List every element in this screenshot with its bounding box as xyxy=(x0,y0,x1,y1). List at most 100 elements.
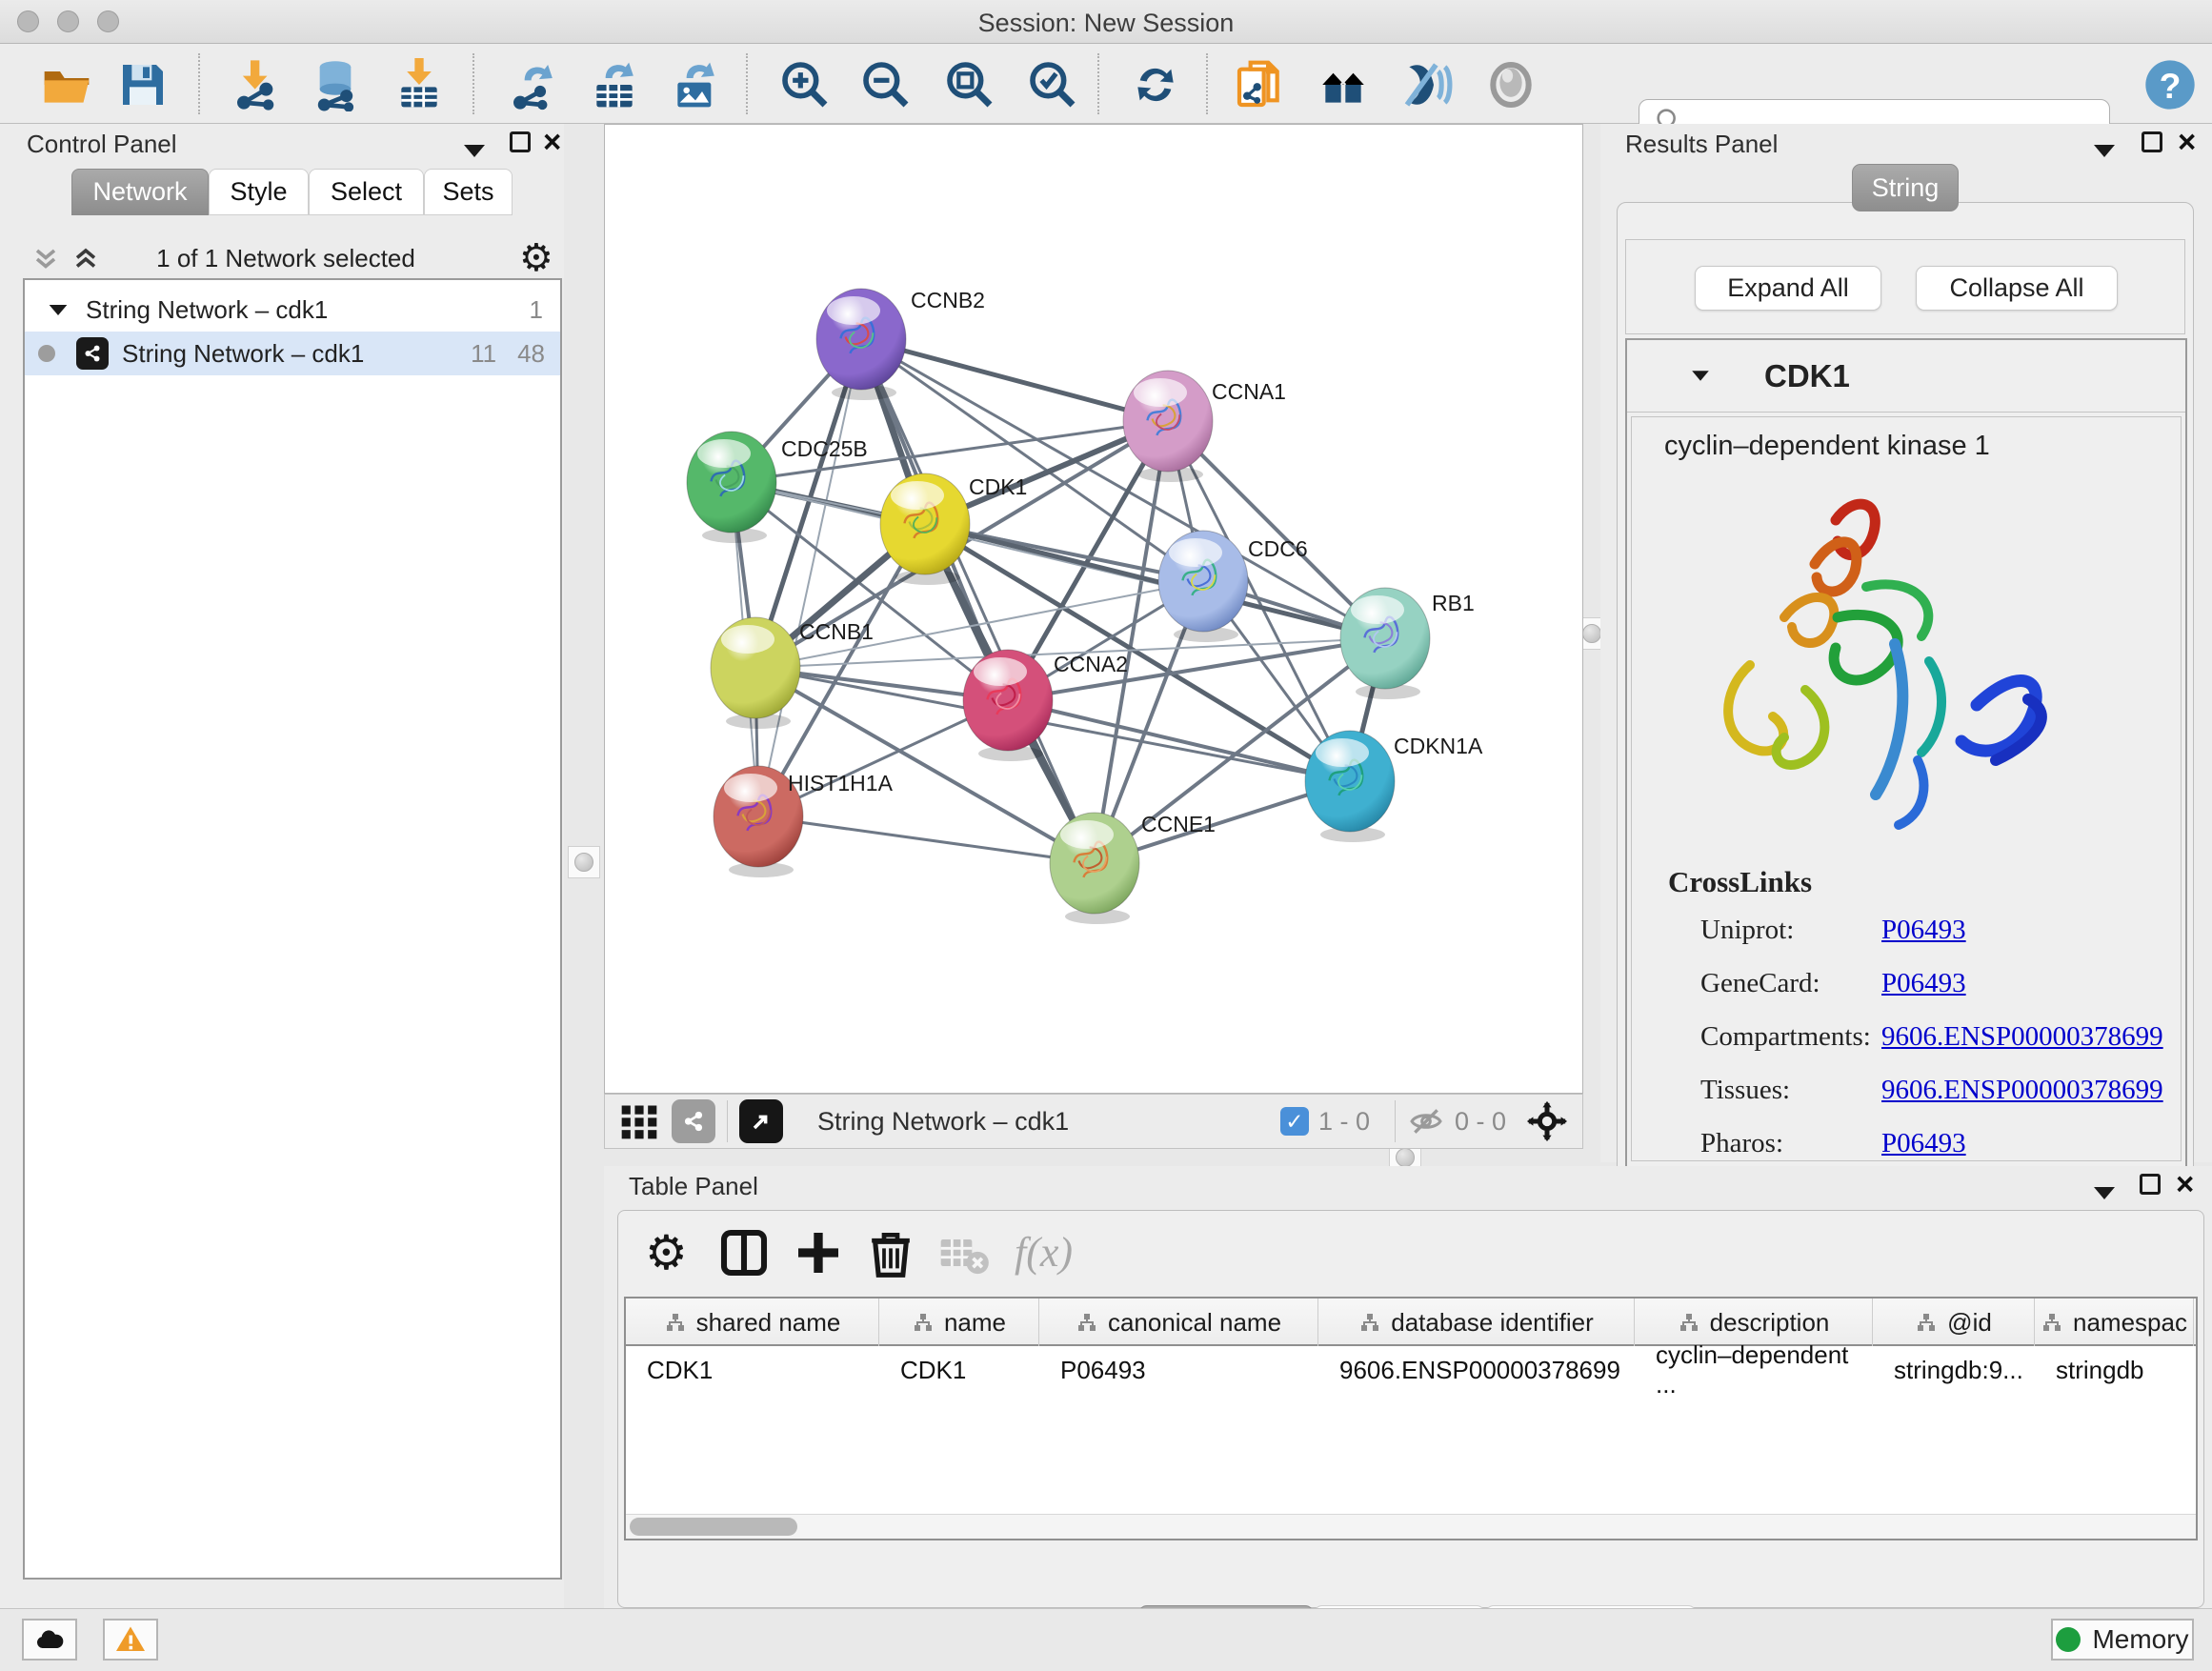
tab-select[interactable]: Select xyxy=(309,169,424,215)
zoom-out-icon[interactable] xyxy=(859,58,913,111)
network-edge[interactable] xyxy=(861,339,1095,863)
network-edge[interactable] xyxy=(758,816,1095,863)
import-table-from-file-icon[interactable] xyxy=(392,58,446,111)
network-node-rb1[interactable] xyxy=(1340,588,1430,699)
show-columns-icon[interactable] xyxy=(717,1226,771,1279)
results-panel-float-icon[interactable] xyxy=(2142,131,2162,159)
collapse-all-button[interactable]: Collapse All xyxy=(1916,266,2118,311)
network-node-ccnb2[interactable] xyxy=(816,289,906,400)
expand-all-tree-icon[interactable] xyxy=(29,242,63,276)
network-node-ccnb1[interactable] xyxy=(711,617,800,729)
table-cell[interactable]: CDK1 xyxy=(879,1348,1039,1392)
table-cell[interactable]: stringdb xyxy=(2035,1348,2194,1392)
network-node-cdk1[interactable] xyxy=(880,473,970,585)
column-header-label: shared name xyxy=(696,1308,841,1338)
scrollbar-thumb[interactable] xyxy=(630,1518,797,1536)
network-graph[interactable]: CCNB2CCNA1CDC25BCDK1CDC6RB1CCNB1CCNA2CDK… xyxy=(605,125,1582,1093)
table-panel-close-icon[interactable]: × xyxy=(2176,1174,2194,1195)
table-cell[interactable]: cyclin–dependent ... xyxy=(1635,1348,1873,1392)
zoom-in-icon[interactable] xyxy=(778,58,832,111)
open-session-icon[interactable] xyxy=(40,58,93,111)
network-node-ccna2[interactable] xyxy=(963,650,1053,761)
delete-column-icon[interactable] xyxy=(864,1226,917,1279)
warnings-button[interactable] xyxy=(103,1619,158,1661)
network-canvas[interactable]: CCNB2CCNA1CDC25BCDK1CDC6RB1CCNB1CCNA2CDK… xyxy=(604,124,1583,1094)
cdk1-entry-body: cyclin–dependent kinase 1 xyxy=(1631,416,2182,1161)
column-header-description[interactable]: description xyxy=(1635,1299,1873,1346)
crosslink-value-link[interactable]: 9606.ENSP00000378699 xyxy=(1881,1075,2163,1106)
cdk1-result-entry: CDK1 cyclin–dependent kinase 1 xyxy=(1625,338,2187,1184)
birdseye-view-icon[interactable] xyxy=(739,1099,783,1143)
network-node-ccne1[interactable] xyxy=(1050,813,1139,924)
column-header-namespac[interactable]: namespac xyxy=(2035,1299,2194,1346)
control-panel-float-icon[interactable] xyxy=(510,131,531,159)
tab-string[interactable]: String xyxy=(1852,164,1959,211)
zoom-selected-icon[interactable] xyxy=(1026,58,1079,111)
first-neighbors-icon[interactable] xyxy=(1317,58,1370,111)
export-table-icon[interactable] xyxy=(588,58,641,111)
crosslink-value-link[interactable]: P06493 xyxy=(1881,968,1966,999)
tab-sets[interactable]: Sets xyxy=(424,169,513,215)
results-panel-close-icon[interactable]: × xyxy=(2178,131,2196,152)
column-header-shared-name[interactable]: shared name xyxy=(626,1299,879,1346)
grid-mode-icon[interactable] xyxy=(618,1100,660,1142)
help-icon[interactable]: ? xyxy=(2143,58,2197,111)
table-cell[interactable]: 9606.ENSP00000378699 xyxy=(1318,1348,1635,1392)
zoom-fit-icon[interactable] xyxy=(943,58,996,111)
table-cell[interactable]: P06493 xyxy=(1039,1348,1318,1392)
control-panel-close-icon[interactable]: × xyxy=(543,131,561,152)
import-network-from-database-icon[interactable] xyxy=(309,58,362,111)
export-network-icon[interactable] xyxy=(507,58,560,111)
column-hierarchy-icon xyxy=(1076,1311,1098,1334)
network-options-gear-icon[interactable]: ⚙ xyxy=(519,236,553,280)
cdk1-entry-header[interactable]: CDK1 xyxy=(1627,340,2185,413)
collapse-all-tree-icon[interactable] xyxy=(69,242,103,276)
entry-expander-icon[interactable] xyxy=(1692,371,1709,380)
show-graphics-details-icon[interactable] xyxy=(1484,58,1538,111)
delete-table-icon[interactable] xyxy=(936,1226,990,1279)
network-edge-count: 48 xyxy=(517,339,545,369)
network-edge[interactable] xyxy=(758,339,861,816)
tab-style[interactable]: Style xyxy=(209,169,309,215)
network-node-cdkn1a[interactable] xyxy=(1305,731,1395,842)
results-panel-menu-icon[interactable] xyxy=(2094,137,2115,164)
cloud-status-button[interactable] xyxy=(22,1619,77,1661)
table-panel-float-icon[interactable] xyxy=(2140,1174,2161,1201)
crosslink-value-link[interactable]: P06493 xyxy=(1881,1128,1966,1159)
table-row[interactable]: CDK1CDK1P064939606.ENSP00000378699cyclin… xyxy=(626,1348,2196,1392)
memory-button[interactable]: Memory xyxy=(2051,1619,2194,1661)
create-column-icon[interactable] xyxy=(792,1226,845,1279)
import-network-from-file-icon[interactable] xyxy=(231,58,284,111)
column-header-canonical-name[interactable]: canonical name xyxy=(1039,1299,1318,1346)
network-node-cdc25b[interactable] xyxy=(687,432,776,543)
hide-selection-icon[interactable] xyxy=(1400,58,1454,111)
selected-checkbox-icon[interactable]: ✓ xyxy=(1280,1107,1309,1136)
left-splitter-handle[interactable] xyxy=(568,846,600,878)
crosslink-value-link[interactable]: P06493 xyxy=(1881,915,1966,946)
tab-network[interactable]: Network xyxy=(71,169,209,215)
apply-layout-icon[interactable] xyxy=(1129,58,1182,111)
column-header--id[interactable]: @id xyxy=(1873,1299,2035,1346)
toolbar-separator xyxy=(1206,53,1208,114)
export-image-icon[interactable] xyxy=(669,58,722,111)
table-horizontal-scrollbar[interactable] xyxy=(626,1514,2196,1539)
network-collection-row[interactable]: String Network – cdk1 1 xyxy=(25,288,560,332)
expand-all-button[interactable]: Expand All xyxy=(1695,266,1881,311)
fit-selected-crosshair-icon[interactable] xyxy=(1525,1099,1569,1143)
column-header-name[interactable]: name xyxy=(879,1299,1039,1346)
control-panel-menu-icon[interactable] xyxy=(464,137,485,164)
crosslink-value-link[interactable]: 9606.ENSP00000378699 xyxy=(1881,1021,2163,1053)
new-network-from-selection-icon[interactable] xyxy=(1233,58,1286,111)
table-cell[interactable]: stringdb:9... xyxy=(1873,1348,2035,1392)
table-options-gear-icon[interactable]: ⚙ xyxy=(645,1226,698,1279)
table-panel-menu-icon[interactable] xyxy=(2094,1179,2115,1206)
network-row[interactable]: String Network – cdk1 11 48 xyxy=(25,332,560,375)
save-session-icon[interactable] xyxy=(116,58,170,111)
table-cell[interactable]: CDK1 xyxy=(626,1348,879,1392)
column-header-database-identifier[interactable]: database identifier xyxy=(1318,1299,1635,1346)
network-edge[interactable] xyxy=(861,339,1168,421)
function-builder-icon[interactable]: f(x) xyxy=(1015,1226,1100,1279)
collection-expander-icon[interactable] xyxy=(50,304,68,314)
network-node-ccna1[interactable] xyxy=(1123,371,1213,482)
network-mode-icon[interactable] xyxy=(672,1099,715,1143)
